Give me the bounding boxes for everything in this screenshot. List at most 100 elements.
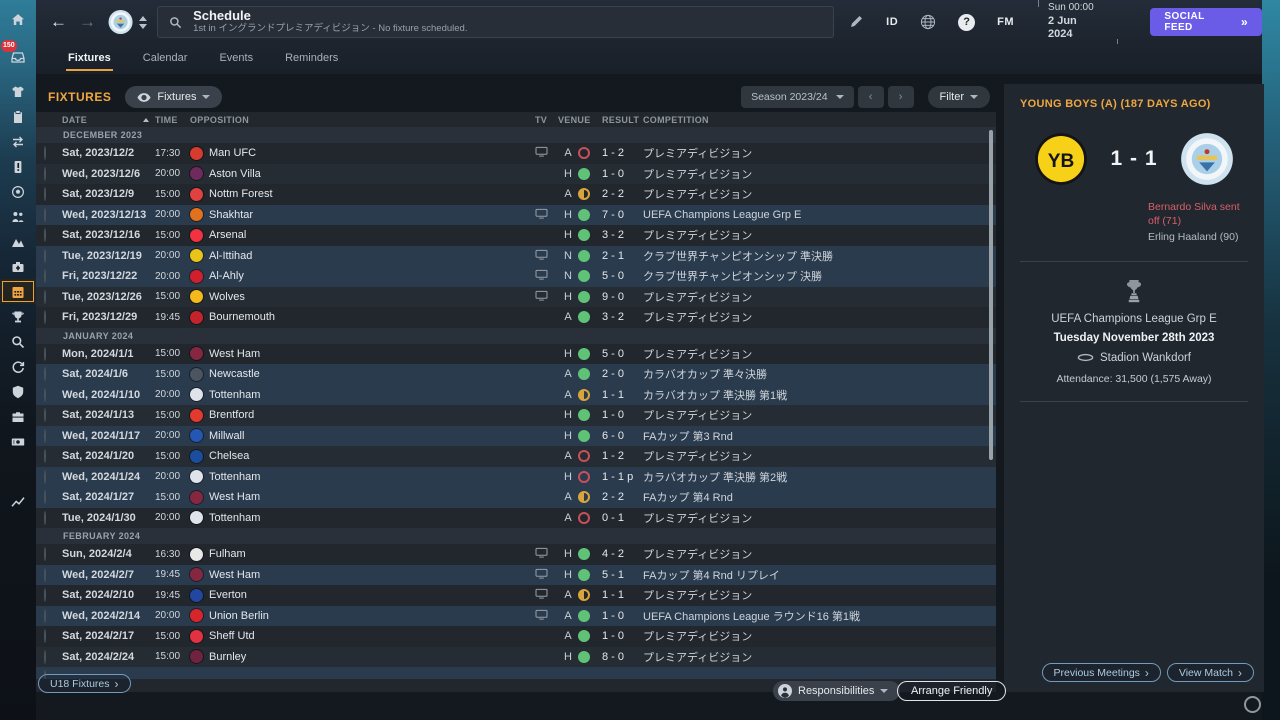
screen-title-search-box[interactable]: Schedule 1st in イングランドプレミアディビジョン - No fi…	[157, 6, 835, 38]
u18-fixtures-button[interactable]: U18 Fixtures ›	[38, 674, 131, 693]
row-checkbox[interactable]	[44, 547, 46, 562]
tab-reminders[interactable]: Reminders	[269, 44, 354, 74]
tab-calendar[interactable]: Calendar	[127, 44, 204, 74]
fixture-row[interactable]	[36, 667, 996, 679]
row-checkbox[interactable]	[44, 228, 46, 243]
fm-logo[interactable]: FM	[997, 16, 1014, 28]
help-icon[interactable]: ?	[958, 13, 976, 31]
fixture-row[interactable]: Sat, 2024/1/6 15:00 Newcastle A 2 - 0 カラバオカップ…	[36, 364, 996, 385]
fixture-row[interactable]: Wed, 2023/12/13 20:00 Shakhtar H 7 - 0 UEFA C…	[36, 204, 996, 225]
sidebar-item-inbox[interactable]: 150	[0, 40, 36, 69]
fixture-row[interactable]: Sat, 2024/2/17 15:00 Sheff Utd A 1 - 0 プレミアディ…	[36, 626, 996, 647]
fixture-row[interactable]: Tue, 2024/1/30 20:00 Tottenham A 0 - 1 プレミアディ…	[36, 507, 996, 528]
row-checkbox[interactable]	[44, 428, 46, 443]
vertical-scrollbar[interactable]	[989, 130, 993, 460]
social-feed-button[interactable]: SOCIAL FEED »	[1150, 8, 1263, 36]
row-checkbox[interactable]	[44, 269, 46, 284]
tab-events[interactable]: Events	[203, 44, 269, 74]
sidebar-item-refresh[interactable]	[0, 354, 36, 379]
sidebar-item-home[interactable]	[0, 7, 36, 32]
row-checkbox[interactable]	[44, 629, 46, 644]
row-checkbox[interactable]	[44, 146, 46, 161]
sidebar-item-medical[interactable]	[0, 254, 36, 279]
fixture-row[interactable]: Fri, 2023/12/29 19:45 Bournemouth A 3 - 2 プレミ…	[36, 307, 996, 328]
column-venue[interactable]: VENUE	[558, 115, 590, 125]
team-switcher-chevrons[interactable]	[139, 15, 148, 29]
club-crest-icon[interactable]	[108, 9, 133, 35]
row-checkbox[interactable]	[44, 310, 46, 325]
fixture-row[interactable]: Tue, 2023/12/26 15:00 Wolves H 9 - 0 プレミアディビジ…	[36, 286, 996, 307]
sidebar-item-mountain[interactable]	[0, 229, 36, 254]
filter-dropdown[interactable]: Filter	[927, 86, 990, 108]
row-checkbox[interactable]	[44, 166, 46, 181]
row-checkbox[interactable]	[44, 248, 46, 263]
arrange-friendly-button[interactable]: Arrange Friendly	[897, 681, 1007, 701]
row-checkbox[interactable]	[44, 469, 46, 484]
responsibilities-dropdown[interactable]: Responsibilities	[773, 681, 901, 701]
row-checkbox[interactable]	[44, 289, 46, 304]
fixture-row[interactable]: Sat, 2024/2/24 15:00 Burnley H 8 - 0 プレミアディビジ…	[36, 646, 996, 667]
view-match-button[interactable]: View Match ›	[1166, 663, 1254, 682]
fixture-row[interactable]: Sat, 2023/12/16 15:00 Arsenal H 3 - 2 プレミアディビ…	[36, 225, 996, 246]
fixture-row[interactable]: Tue, 2023/12/19 20:00 Al-Ittihad N 2 - 1 クラブ世…	[36, 245, 996, 266]
fixture-row[interactable]: Sat, 2024/1/20 15:00 Chelsea A 1 - 2 プレミアディビジ…	[36, 446, 996, 467]
row-checkbox[interactable]	[44, 207, 46, 222]
fixture-row[interactable]: Wed, 2024/1/10 20:00 Tottenham A 1 - 1 カラバオカッ…	[36, 384, 996, 405]
sidebar-item-briefcase[interactable]	[0, 404, 36, 429]
fixture-row[interactable]: Mon, 2024/1/1 15:00 West Ham H 5 - 0 プレミアディビジ…	[36, 343, 996, 364]
sidebar-item-trophy[interactable]	[0, 304, 36, 329]
sidebar-item-shield[interactable]	[0, 379, 36, 404]
season-dropdown[interactable]: Season 2023/24	[741, 86, 854, 108]
row-checkbox[interactable]	[44, 588, 46, 603]
forward-arrow-icon[interactable]: →	[73, 12, 102, 32]
sidebar-item-card[interactable]	[0, 154, 36, 179]
sidebar-item-money[interactable]	[0, 429, 36, 454]
sidebar-item-chart[interactable]	[0, 488, 36, 513]
row-checkbox[interactable]	[44, 608, 46, 623]
view-dropdown[interactable]: Fixtures	[125, 86, 223, 108]
column-time[interactable]: TIME	[155, 115, 190, 125]
fixture-row[interactable]: Wed, 2024/2/7 19:45 West Ham H 5 - 1 FAカップ 第4…	[36, 564, 996, 585]
fixture-row[interactable]: Sat, 2024/1/13 15:00 Brentford H 1 - 0 プレミアディ…	[36, 405, 996, 426]
row-checkbox[interactable]	[44, 649, 46, 664]
sidebar-item-ball[interactable]	[0, 179, 36, 204]
continue-button-ring[interactable]	[1244, 696, 1261, 713]
back-arrow-icon[interactable]: ←	[44, 12, 73, 32]
sidebar-item-shirt[interactable]	[0, 79, 36, 104]
sidebar-item-swap[interactable]	[0, 129, 36, 154]
row-checkbox[interactable]	[44, 510, 46, 525]
row-checkbox[interactable]	[44, 490, 46, 505]
column-date[interactable]: DATE	[62, 115, 155, 125]
row-checkbox[interactable]	[44, 449, 46, 464]
fixture-row[interactable]: Sat, 2024/2/10 19:45 Everton A 1 - 1 プレミアディビジ…	[36, 585, 996, 606]
tab-fixtures[interactable]: Fixtures	[52, 44, 127, 74]
fixture-row[interactable]: Wed, 2024/1/24 20:00 Tottenham H 1 - 1 p カラバオ…	[36, 466, 996, 487]
fixture-row[interactable]: Sat, 2023/12/9 15:00 Nottm Forest A 2 - 2 プレミ…	[36, 184, 996, 205]
row-checkbox[interactable]	[44, 567, 46, 582]
column-competition[interactable]: COMPETITION	[643, 115, 996, 125]
fixture-row[interactable]: Wed, 2024/2/14 20:00 Union Berlin A 1 - 0 UEF…	[36, 605, 996, 626]
column-tv[interactable]: TV	[535, 115, 558, 125]
fixture-row[interactable]: Wed, 2023/12/6 20:00 Aston Villa H 1 - 0 プレミア…	[36, 163, 996, 184]
previous-meetings-button[interactable]: Previous Meetings ›	[1041, 663, 1161, 682]
previous-season-button[interactable]: ‹	[857, 86, 884, 108]
row-checkbox[interactable]	[44, 408, 46, 423]
row-checkbox[interactable]	[44, 187, 46, 202]
fixture-row[interactable]: Sun, 2024/2/4 16:30 Fulham H 4 - 2 プレミアディビジョン	[36, 544, 996, 565]
manager-id-button[interactable]: ID	[886, 16, 898, 28]
column-result[interactable]: RESULT	[602, 115, 643, 125]
row-checkbox[interactable]	[44, 346, 46, 361]
fixture-row[interactable]: Sat, 2024/1/27 15:00 West Ham A 2 - 2 FAカップ 第…	[36, 487, 996, 508]
sidebar-item-staff[interactable]	[0, 204, 36, 229]
fixture-row[interactable]: Wed, 2024/1/17 20:00 Millwall H 6 - 0 FAカップ 第…	[36, 425, 996, 446]
sidebar-item-search[interactable]	[0, 329, 36, 354]
edit-icon[interactable]	[848, 14, 864, 30]
column-opposition[interactable]: OPPOSITION	[190, 115, 535, 125]
sidebar-item-calendar[interactable]	[0, 279, 36, 304]
world-icon[interactable]	[920, 14, 936, 30]
next-season-button[interactable]: ›	[887, 86, 914, 108]
sidebar-item-clipboard[interactable]	[0, 104, 36, 129]
row-checkbox[interactable]	[44, 387, 46, 402]
fixture-row[interactable]: Sat, 2023/12/2 17:30 Man UFC A 1 - 2 プレミアディビジ…	[36, 143, 996, 164]
row-checkbox[interactable]	[44, 367, 46, 382]
